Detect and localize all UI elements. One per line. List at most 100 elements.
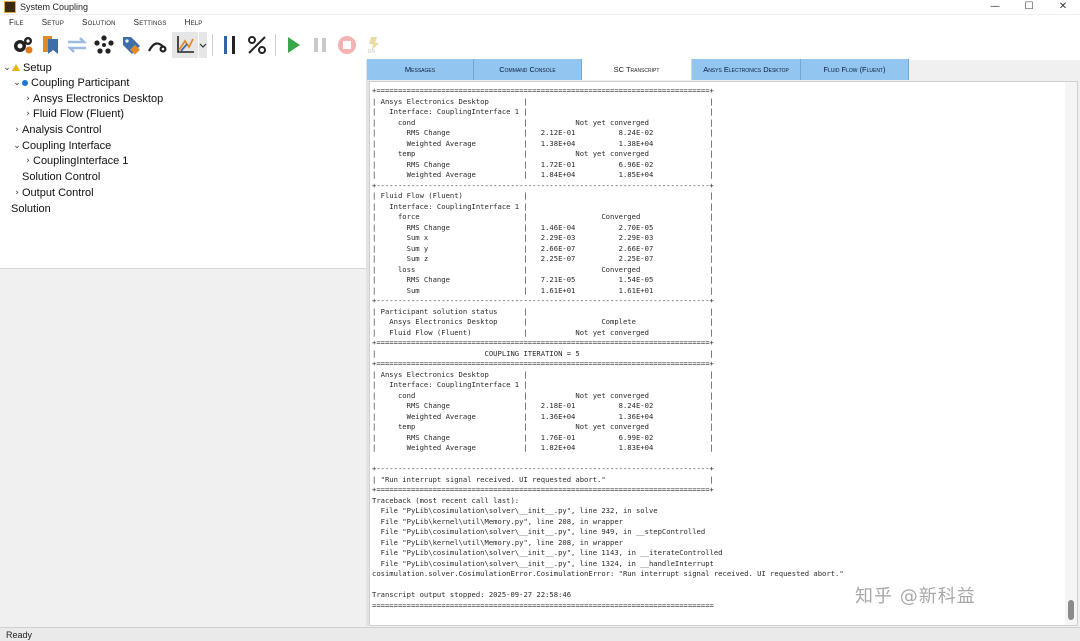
transcript-line: | COUPLING ITERATION = 5 | bbox=[372, 348, 714, 358]
pause-icon bbox=[314, 37, 326, 52]
close-button[interactable]: ✕ bbox=[1046, 0, 1080, 12]
tree-item-analysis-control[interactable]: › Analysis Control bbox=[12, 122, 101, 137]
transcript-line: | Participant solution status | | bbox=[372, 306, 714, 316]
transcript-line: ========================================… bbox=[372, 600, 714, 610]
transcript-line: | RMS Change | 1.72E-01 6.96E-02 | bbox=[372, 159, 714, 169]
transcript-line: cosimulation.solver.CosimulationError.Co… bbox=[372, 569, 844, 578]
window-title: System Coupling bbox=[20, 2, 89, 12]
axis-dropdown-button[interactable] bbox=[199, 31, 207, 58]
toolbar-separator bbox=[275, 33, 276, 56]
chevron-right-icon[interactable]: › bbox=[23, 156, 33, 166]
menu-solution[interactable]: Solution bbox=[73, 18, 125, 27]
transcript-line: | Ansys Electronics Desktop | | bbox=[372, 96, 714, 106]
status-text: Ready bbox=[6, 629, 33, 640]
tree-item-setup[interactable]: ⌄ Setup bbox=[2, 60, 52, 75]
settings-gears-button[interactable] bbox=[10, 32, 36, 58]
transcript-line: File "PyLib\kernel\util\Memory.py", line… bbox=[372, 516, 623, 526]
menu-bar: File Setup Solution Settings Help bbox=[0, 15, 1080, 29]
tree-item-label: Coupling Interface bbox=[22, 139, 112, 152]
chevron-down-icon[interactable]: ⌄ bbox=[12, 78, 22, 88]
transcript-line: File "PyLib\cosimulation\solver\__init__… bbox=[372, 548, 723, 557]
tab-sc-transcript[interactable]: SC Transcript bbox=[582, 59, 692, 80]
transcript-line: | RMS Change | 7.21E-05 1.54E-05 | bbox=[372, 275, 714, 284]
transcript-line: | RMS Change | 1.76E-01 6.99E-02 | bbox=[372, 432, 714, 442]
transcript-line: | temp | Not yet converged | bbox=[372, 149, 714, 158]
transcript-line: Transcript output stopped: 2025-09-27 22… bbox=[372, 590, 572, 599]
dots-button[interactable] bbox=[91, 32, 117, 58]
transcript-line: | Weighted Average | 1.84E+04 1.85E+04 | bbox=[372, 170, 714, 179]
chevron-down-icon bbox=[199, 43, 207, 48]
transcript-line: | Fluid Flow (Fluent) | | bbox=[372, 191, 714, 200]
tree-item-label: Ansys Electronics Desktop bbox=[33, 92, 164, 105]
menu-help[interactable]: Help bbox=[176, 18, 212, 27]
transcript-line: | Ansys Electronics Desktop | | bbox=[372, 369, 714, 379]
tree-item-fluid-flow[interactable]: › Fluid Flow (Fluent) bbox=[23, 106, 124, 121]
transcript-line: | RMS Change | 2.12E-01 8.24E-02 | bbox=[372, 128, 714, 137]
transcript-line: | cond | Not yet converged | bbox=[372, 117, 714, 127]
tree-item-solution-control[interactable]: Solution Control bbox=[22, 169, 100, 184]
app-logo-icon bbox=[4, 1, 16, 13]
transcript-line: | force | Converged | bbox=[372, 212, 714, 221]
chevron-right-icon[interactable]: › bbox=[12, 188, 22, 198]
warning-icon bbox=[12, 64, 20, 71]
tab-ansys-electronics-desktop[interactable]: Ansys Electronics Desktop bbox=[692, 59, 801, 80]
transcript-line: | Sum y | 2.66E-07 2.66E-07 | bbox=[372, 243, 714, 253]
transcript-line bbox=[372, 454, 844, 465]
scroll-thumb[interactable] bbox=[1068, 600, 1074, 620]
maximize-button[interactable]: ☐ bbox=[1012, 0, 1046, 12]
setup-tree: ⌄ Setup ⌄ Coupling Participant › Ansys E… bbox=[0, 60, 366, 269]
transcript-line: +=======================================… bbox=[372, 338, 714, 347]
chevron-right-icon[interactable]: › bbox=[23, 109, 33, 119]
axis-button[interactable] bbox=[172, 31, 198, 58]
tab-messages[interactable]: Messages bbox=[367, 59, 474, 80]
tab-fluid-flow[interactable]: Fluid Flow (Fluent) bbox=[801, 59, 909, 80]
transcript-line bbox=[372, 580, 844, 591]
system-coupling-window: System Coupling — ☐ ✕ File Setup Solutio… bbox=[0, 0, 1080, 641]
pause-button[interactable] bbox=[307, 32, 333, 58]
percent-button[interactable] bbox=[244, 32, 270, 58]
tree-item-coupling-interface[interactable]: ⌄ Coupling Interface bbox=[12, 138, 111, 153]
bookmark-icon bbox=[43, 35, 58, 54]
chevron-down-icon[interactable]: ⌄ bbox=[2, 63, 12, 73]
play-button[interactable] bbox=[280, 32, 306, 58]
menu-file[interactable]: File bbox=[0, 18, 33, 27]
transcript-line: | "Run interrupt signal received. UI req… bbox=[372, 474, 714, 484]
transcript-line: File "PyLib\cosimulation\solver\__init__… bbox=[372, 558, 714, 568]
tree-item-coupling-interface-1[interactable]: › CouplingInterface 1 bbox=[23, 153, 128, 168]
toolbar-separator bbox=[212, 33, 213, 56]
transcript-scrollbar[interactable] bbox=[1065, 82, 1077, 625]
menu-settings[interactable]: Settings bbox=[125, 18, 176, 27]
tree-item-solution[interactable]: Solution bbox=[11, 201, 51, 216]
tree-item-label: Output Control bbox=[22, 186, 94, 199]
bookmark-button[interactable] bbox=[37, 32, 63, 58]
tag-button[interactable] bbox=[118, 32, 144, 58]
stop-button[interactable] bbox=[334, 32, 360, 58]
transcript-view[interactable]: +=======================================… bbox=[369, 81, 1078, 626]
transcript-line: File "PyLib\cosimulation\solver\__init__… bbox=[372, 506, 658, 515]
chevron-down-icon[interactable]: ⌄ bbox=[12, 141, 22, 151]
tab-command-console[interactable]: Command Console bbox=[474, 59, 582, 80]
transcript-line: File "PyLib\cosimulation\solver\__init__… bbox=[372, 527, 706, 536]
tree-item-output-control[interactable]: › Output Control bbox=[12, 185, 94, 200]
chart-settings-button[interactable] bbox=[145, 32, 171, 58]
transcript-line: +=======================================… bbox=[372, 86, 714, 95]
transcript-line: | cond | Not yet converged | bbox=[372, 390, 714, 400]
exchange-button[interactable] bbox=[64, 32, 90, 58]
menu-setup[interactable]: Setup bbox=[33, 18, 73, 27]
tree-item-label: Solution Control bbox=[22, 170, 101, 183]
tree-item-label: Solution bbox=[11, 202, 51, 215]
minimize-button[interactable]: — bbox=[978, 0, 1012, 12]
transcript-line: | Interface: CouplingInterface 1 | | bbox=[372, 107, 714, 116]
info-icon bbox=[22, 79, 28, 86]
transcript-line: +=======================================… bbox=[372, 485, 714, 494]
tree-item-label: Fluid Flow (Fluent) bbox=[33, 107, 125, 120]
en-button[interactable]: EN bbox=[361, 32, 387, 58]
transcript-line: | loss | Converged | bbox=[372, 264, 714, 274]
tree-item-coupling-participant[interactable]: ⌄ Coupling Participant bbox=[12, 75, 129, 90]
chevron-right-icon[interactable]: › bbox=[23, 94, 33, 104]
tree-item-label: Coupling Participant bbox=[31, 76, 130, 89]
bars-button[interactable] bbox=[217, 32, 243, 58]
tree-item-ansys-electronics-desktop[interactable]: › Ansys Electronics Desktop bbox=[23, 91, 163, 106]
properties-panel bbox=[0, 270, 366, 626]
chevron-right-icon[interactable]: › bbox=[12, 125, 22, 135]
